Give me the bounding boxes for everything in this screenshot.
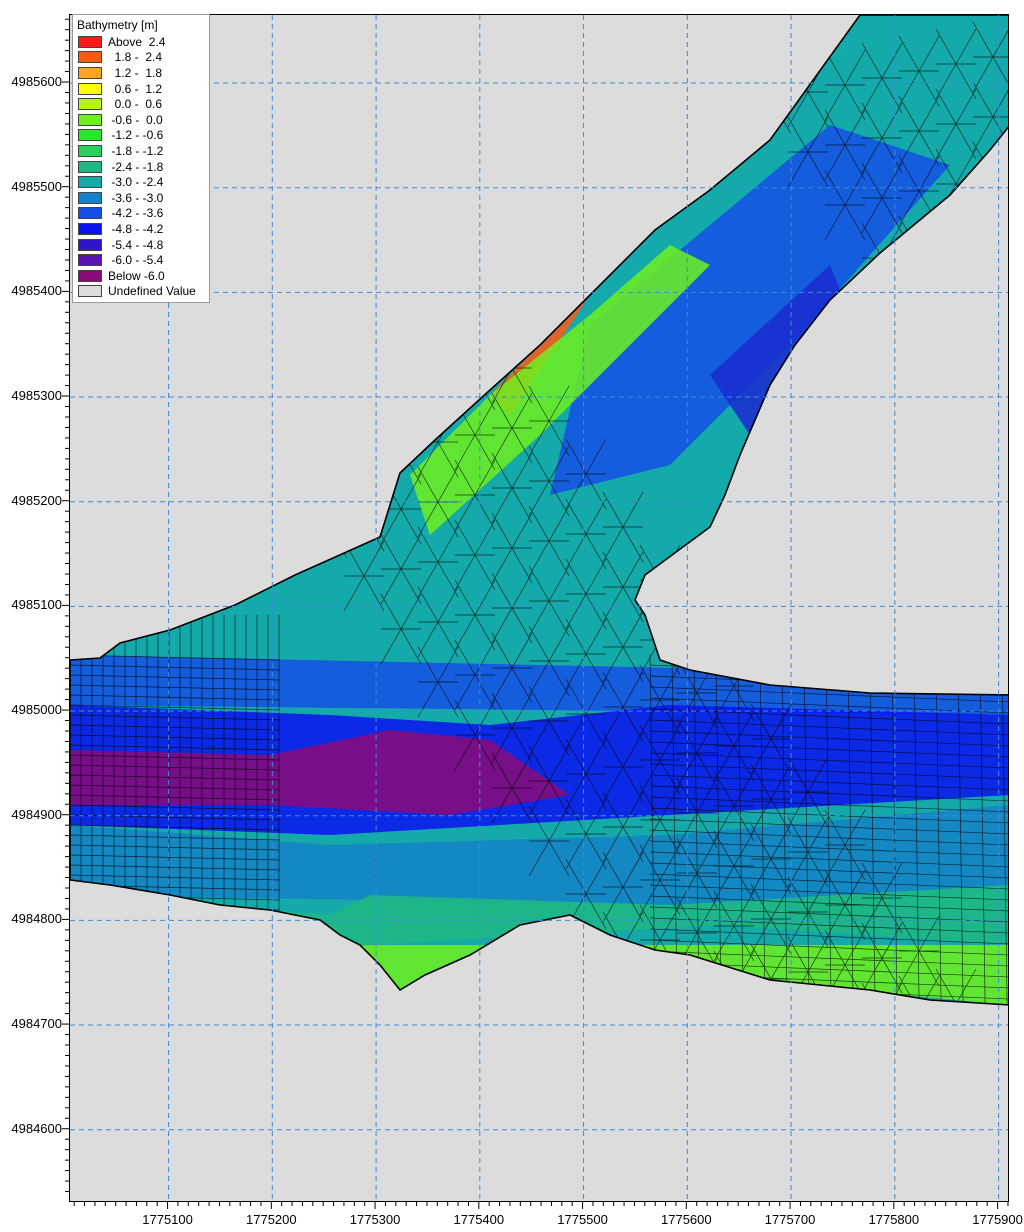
- legend-swatch: [78, 98, 102, 111]
- y-tick-label: 4984600: [11, 1120, 62, 1136]
- legend-item: 0.0 - 0.6: [73, 96, 209, 112]
- x-tick-label: 1775500: [557, 1212, 608, 1227]
- y-tick-label: 4985500: [11, 178, 62, 194]
- legend-swatch: [78, 66, 102, 79]
- x-tick-label: 1775100: [142, 1212, 193, 1227]
- legend-label: -1.8 - -1.2: [108, 143, 164, 158]
- y-tick-label: 4985600: [11, 74, 62, 90]
- legend-swatch: [78, 113, 102, 126]
- legend-item: -3.6 - -3.0: [73, 190, 209, 206]
- legend-swatch: [78, 176, 102, 189]
- legend-label: 0.0 - 0.6: [108, 97, 163, 112]
- legend-label: -2.4 - -1.8: [108, 159, 164, 174]
- legend-item: -3.0 - -2.4: [73, 174, 209, 190]
- legend-swatch: [78, 35, 102, 48]
- legend-swatch: [78, 285, 102, 298]
- y-tick-label: 4985200: [11, 492, 62, 508]
- legend-label: -3.0 - -2.4: [108, 175, 164, 190]
- legend-item: -5.4 - -4.8: [73, 237, 209, 253]
- x-tick-label: 1775300: [349, 1212, 401, 1227]
- legend-title: Bathymetry [m]: [77, 18, 158, 32]
- legend-label: Below -6.0: [108, 268, 165, 283]
- x-tick-label: 1775200: [246, 1212, 297, 1227]
- x-tick-label: 1775400: [453, 1212, 505, 1227]
- x-tick-label: 1775600: [661, 1212, 712, 1227]
- legend-item: -6.0 - -5.4: [73, 252, 209, 268]
- legend-label: 0.6 - 1.2: [108, 81, 163, 96]
- legend-item: 1.2 - 1.8: [73, 65, 209, 81]
- x-tick-label: 1775700: [764, 1212, 816, 1227]
- legend-item: 1.8 - 2.4: [73, 50, 209, 66]
- legend-label: -1.2 - -0.6: [108, 128, 164, 143]
- legend-label: -3.6 - -3.0: [108, 190, 164, 205]
- y-tick-label: 4984800: [11, 911, 62, 927]
- x-tick-label: 1775900: [972, 1212, 1023, 1227]
- legend-label: -6.0 - -5.4: [108, 253, 164, 268]
- legend-swatch: [78, 222, 102, 235]
- y-tick-label: 4984700: [11, 1016, 62, 1032]
- legend-label: -4.2 - -3.6: [108, 206, 164, 221]
- legend-label: 1.8 - 2.4: [108, 50, 163, 65]
- legend-item: Below -6.0: [73, 268, 209, 284]
- x-tick-label: 1775800: [868, 1212, 920, 1227]
- legend-item: -0.6 - 0.0: [73, 112, 209, 128]
- legend-swatch: [78, 269, 102, 282]
- legend-swatch: [78, 51, 102, 64]
- bathymetry-legend: Bathymetry [m] Above 2.4 1.8 - 2.4 1.2 -…: [72, 14, 210, 304]
- legend-swatch: [78, 144, 102, 157]
- y-tick-label: 4984900: [11, 806, 62, 822]
- legend-item: Above 2.4: [73, 34, 209, 50]
- legend-item: 0.6 - 1.2: [73, 81, 209, 97]
- legend-label: 1.2 - 1.8: [108, 65, 163, 80]
- legend-swatch: [78, 238, 102, 251]
- legend-swatch: [78, 207, 102, 220]
- legend-item: Undefined Value: [73, 284, 209, 300]
- map-figure: 4985600 4985500 4985400 4985300 4985200 49851…: [0, 0, 1024, 1232]
- y-tick-label: 4985300: [11, 388, 62, 404]
- legend-label: -0.6 - 0.0: [108, 112, 163, 127]
- legend-item: -1.8 - -1.2: [73, 143, 209, 159]
- legend-label: -4.8 - -4.2: [108, 221, 164, 236]
- legend-swatch: [78, 254, 102, 267]
- legend-item: -4.8 - -4.2: [73, 221, 209, 237]
- legend-item: -2.4 - -1.8: [73, 159, 209, 175]
- legend-label: Undefined Value: [108, 284, 196, 299]
- legend-label: Above 2.4: [108, 34, 166, 49]
- y-tick-label: 4985400: [11, 283, 62, 299]
- legend-items: Above 2.4 1.8 - 2.4 1.2 - 1.8 0.6 - 1.2 …: [73, 34, 209, 299]
- y-tick-label: 4985100: [11, 597, 62, 613]
- legend-swatch: [78, 191, 102, 204]
- legend-label: -5.4 - -4.8: [108, 237, 164, 252]
- legend-swatch: [78, 82, 102, 95]
- legend-swatch: [78, 160, 102, 173]
- y-tick-label: 4985000: [11, 702, 62, 718]
- legend-swatch: [78, 129, 102, 142]
- legend-item: -4.2 - -3.6: [73, 206, 209, 222]
- legend-item: -1.2 - -0.6: [73, 128, 209, 144]
